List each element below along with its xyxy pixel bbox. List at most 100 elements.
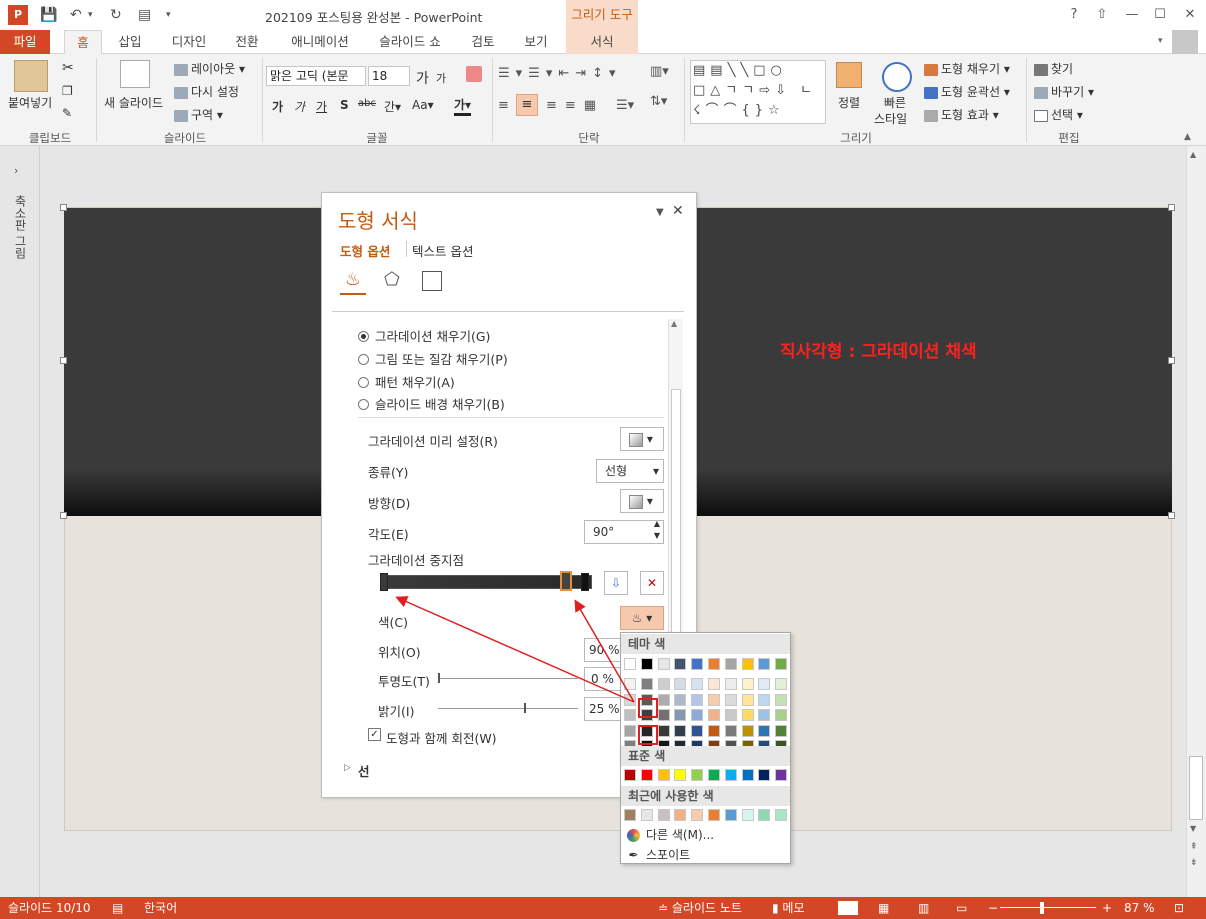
size-properties-icon[interactable] bbox=[422, 271, 442, 291]
reset-button[interactable]: 다시 설정 bbox=[174, 83, 239, 100]
color-swatch[interactable] bbox=[741, 709, 754, 721]
color-swatch[interactable] bbox=[624, 769, 636, 781]
color-swatch[interactable] bbox=[741, 693, 754, 706]
shape-fill-button[interactable]: 도형 채우기 ▾ bbox=[924, 60, 1010, 77]
comments-button[interactable]: ▮ 메모 bbox=[772, 897, 805, 919]
font-size-combo[interactable]: 18 bbox=[368, 66, 410, 86]
color-swatch[interactable] bbox=[691, 809, 704, 821]
color-swatch[interactable] bbox=[741, 769, 754, 781]
copy-icon[interactable]: ❐ bbox=[62, 84, 73, 98]
color-swatch[interactable] bbox=[741, 678, 754, 690]
align-left-icon[interactable]: ≡ bbox=[498, 98, 509, 113]
color-swatch[interactable] bbox=[640, 769, 653, 781]
avatar[interactable] bbox=[1172, 30, 1198, 54]
color-swatch[interactable] bbox=[657, 678, 670, 690]
tab-text-options[interactable]: 텍스트 옵션 bbox=[412, 241, 473, 260]
color-swatch[interactable] bbox=[624, 724, 636, 737]
color-swatch[interactable] bbox=[640, 809, 653, 821]
gradient-stop-selected[interactable] bbox=[560, 571, 572, 591]
color-swatch[interactable] bbox=[724, 678, 737, 690]
angle-spinner[interactable]: 90° ▲ ▼ bbox=[584, 519, 664, 544]
previous-slide-icon[interactable]: ⇞ bbox=[1190, 842, 1198, 852]
color-swatch[interactable] bbox=[624, 658, 636, 670]
expand-line-section-icon[interactable]: ▷ bbox=[344, 763, 351, 773]
tab-file[interactable]: 파일 bbox=[0, 30, 50, 54]
color-swatch[interactable] bbox=[741, 724, 754, 737]
redo-icon[interactable]: ↻ bbox=[110, 6, 122, 24]
tab-view[interactable]: 보기 bbox=[518, 30, 554, 54]
gradient-stop-end[interactable] bbox=[581, 573, 589, 591]
section-button[interactable]: 구역 ▾ bbox=[174, 106, 223, 123]
new-slide-button[interactable]: 새 슬라이드 bbox=[104, 94, 163, 111]
maximize-button[interactable]: ☐ bbox=[1148, 4, 1172, 26]
bold-button[interactable]: 가 bbox=[272, 98, 283, 115]
quick-styles-button-2[interactable]: 스타일 bbox=[874, 110, 907, 127]
effects-pentagon-icon[interactable]: ⬠ bbox=[384, 269, 400, 290]
color-swatch[interactable] bbox=[724, 693, 737, 706]
color-swatch[interactable] bbox=[775, 769, 788, 781]
pane-scroll-up-icon[interactable]: ▲ bbox=[671, 319, 677, 328]
color-swatch[interactable] bbox=[674, 693, 687, 706]
color-swatch[interactable] bbox=[624, 709, 636, 721]
italic-button[interactable]: 가 bbox=[294, 98, 305, 115]
tab-slideshow[interactable]: 슬라이드 쇼 bbox=[370, 30, 450, 54]
help-icon[interactable]: ? bbox=[1062, 4, 1086, 26]
customize-qat-icon[interactable]: ▾ bbox=[166, 6, 171, 24]
color-swatch[interactable] bbox=[708, 709, 720, 721]
zoom-in-icon[interactable]: + bbox=[1102, 897, 1112, 919]
shadow-button[interactable]: S bbox=[340, 98, 349, 112]
color-swatch[interactable] bbox=[708, 809, 720, 821]
vertical-scrollbar[interactable]: ▲ ▼ ⇞ ⇟ bbox=[1186, 146, 1206, 897]
color-swatch[interactable] bbox=[758, 678, 771, 690]
undo-icon[interactable]: ↶ bbox=[70, 6, 82, 24]
color-swatch[interactable] bbox=[758, 658, 771, 670]
color-swatch[interactable] bbox=[758, 724, 771, 737]
resize-handle[interactable] bbox=[1168, 357, 1175, 364]
position-spinner[interactable]: 90 % bbox=[584, 638, 622, 662]
radio-slide-background-fill[interactable]: 슬라이드 배경 채우기(B) bbox=[358, 394, 505, 413]
align-other-icons[interactable]: ≡≡▦ bbox=[546, 98, 604, 113]
color-swatch[interactable] bbox=[657, 658, 670, 670]
char-spacing-button[interactable]: 간▾ bbox=[384, 98, 401, 115]
color-swatch[interactable] bbox=[624, 678, 636, 690]
color-swatch[interactable] bbox=[691, 678, 704, 690]
more-colors-item[interactable]: 다른 색(M)... bbox=[627, 826, 714, 843]
type-dropdown[interactable]: 선형 ▾ bbox=[596, 459, 664, 483]
arrange-button[interactable]: 정렬 bbox=[838, 94, 860, 111]
pane-options-icon[interactable]: ▼ bbox=[656, 207, 664, 218]
select-button[interactable]: 선택 ▾ bbox=[1034, 106, 1083, 123]
color-swatch[interactable] bbox=[741, 809, 754, 821]
color-swatch[interactable] bbox=[691, 724, 704, 737]
tab-review[interactable]: 검토 bbox=[466, 30, 500, 54]
color-swatch[interactable] bbox=[758, 693, 771, 706]
resize-handle[interactable] bbox=[60, 357, 67, 364]
color-swatch[interactable] bbox=[724, 769, 737, 781]
tab-home[interactable]: 홈 bbox=[64, 30, 102, 55]
account-dropdown-icon[interactable]: ▾ bbox=[1158, 36, 1163, 46]
radio-gradient-fill[interactable]: 그라데이션 채우기(G) bbox=[358, 326, 490, 345]
change-case-button[interactable]: Aa▾ bbox=[412, 98, 434, 112]
replace-button[interactable]: 바꾸기 ▾ bbox=[1034, 83, 1094, 100]
color-swatch[interactable] bbox=[674, 769, 687, 781]
line-spacing-icon[interactable]: ☰▾ bbox=[616, 98, 634, 113]
arrange-icon[interactable] bbox=[836, 62, 862, 88]
scroll-up-icon[interactable]: ▲ bbox=[1190, 150, 1196, 159]
color-swatch[interactable] bbox=[674, 724, 687, 737]
color-swatch[interactable] bbox=[624, 693, 636, 706]
start-from-beginning-icon[interactable]: ▤ bbox=[138, 6, 151, 24]
direction-dropdown[interactable]: ▾ bbox=[620, 489, 664, 513]
slideshow-icon[interactable]: ▭ bbox=[956, 897, 967, 919]
color-swatch[interactable] bbox=[691, 693, 704, 706]
tab-insert[interactable]: 삽입 bbox=[112, 30, 148, 54]
color-swatch[interactable] bbox=[674, 709, 687, 721]
pane-close-icon[interactable]: ✕ bbox=[672, 203, 684, 219]
color-swatch[interactable] bbox=[657, 809, 670, 821]
tab-design[interactable]: 디자인 bbox=[164, 30, 214, 54]
tab-shape-options[interactable]: 도형 옵션 bbox=[340, 241, 390, 260]
transparency-slider-thumb[interactable] bbox=[438, 673, 440, 683]
line-section-header[interactable]: 선 bbox=[358, 761, 370, 780]
radio-pattern-fill[interactable]: 패턴 채우기(A) bbox=[358, 372, 455, 391]
color-swatch[interactable] bbox=[724, 709, 737, 721]
color-swatch[interactable] bbox=[657, 709, 670, 721]
color-swatch[interactable] bbox=[674, 678, 687, 690]
